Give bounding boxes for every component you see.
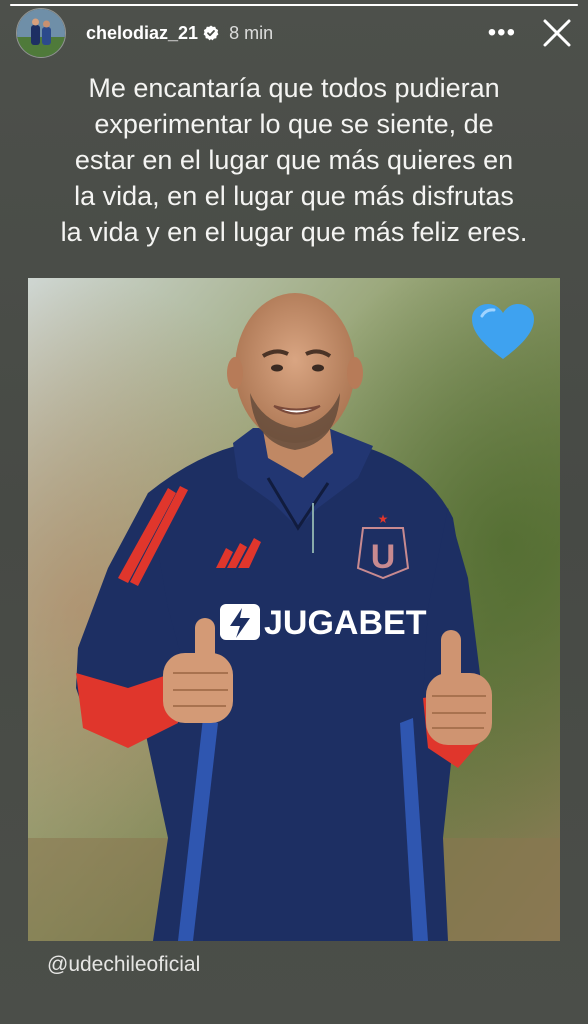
story-view: chelodiaz_21 8 min ••• Me encantaría que… <box>0 0 588 1024</box>
jersey-sponsor-text: JUGABET <box>264 604 427 642</box>
story-progress-bar <box>10 4 578 6</box>
avatar-image <box>17 9 65 57</box>
verified-badge-icon <box>203 25 219 41</box>
story-photo[interactable]: U ★ JUGABET <box>28 278 560 941</box>
caption-line: la vida y en el lugar que más feliz eres… <box>60 217 528 247</box>
svg-text:★: ★ <box>378 512 389 526</box>
player-photo: U ★ JUGABET <box>28 278 560 941</box>
mention-tag[interactable]: @udechileoficial <box>47 953 200 977</box>
caption-line: la vida, en el lugar que más disfrutas <box>74 181 514 211</box>
close-icon[interactable] <box>542 18 572 48</box>
story-caption: Me encantaría que todos pudieran experim… <box>30 70 558 250</box>
caption-line: Me encantaría que todos pudieran <box>88 73 500 103</box>
caption-line: estar en el lugar que más quieres en <box>74 145 514 175</box>
story-header: chelodiaz_21 8 min ••• <box>16 8 572 58</box>
more-options-icon[interactable]: ••• <box>488 21 516 45</box>
username[interactable]: chelodiaz_21 <box>86 23 198 44</box>
crest-letter: U <box>371 538 396 576</box>
story-progress-fill <box>10 4 578 6</box>
post-time: 8 min <box>229 22 274 43</box>
blue-heart-sticker[interactable] <box>470 302 536 362</box>
avatar[interactable] <box>16 8 66 58</box>
caption-line: experimentar lo que se siente, de <box>94 109 494 139</box>
